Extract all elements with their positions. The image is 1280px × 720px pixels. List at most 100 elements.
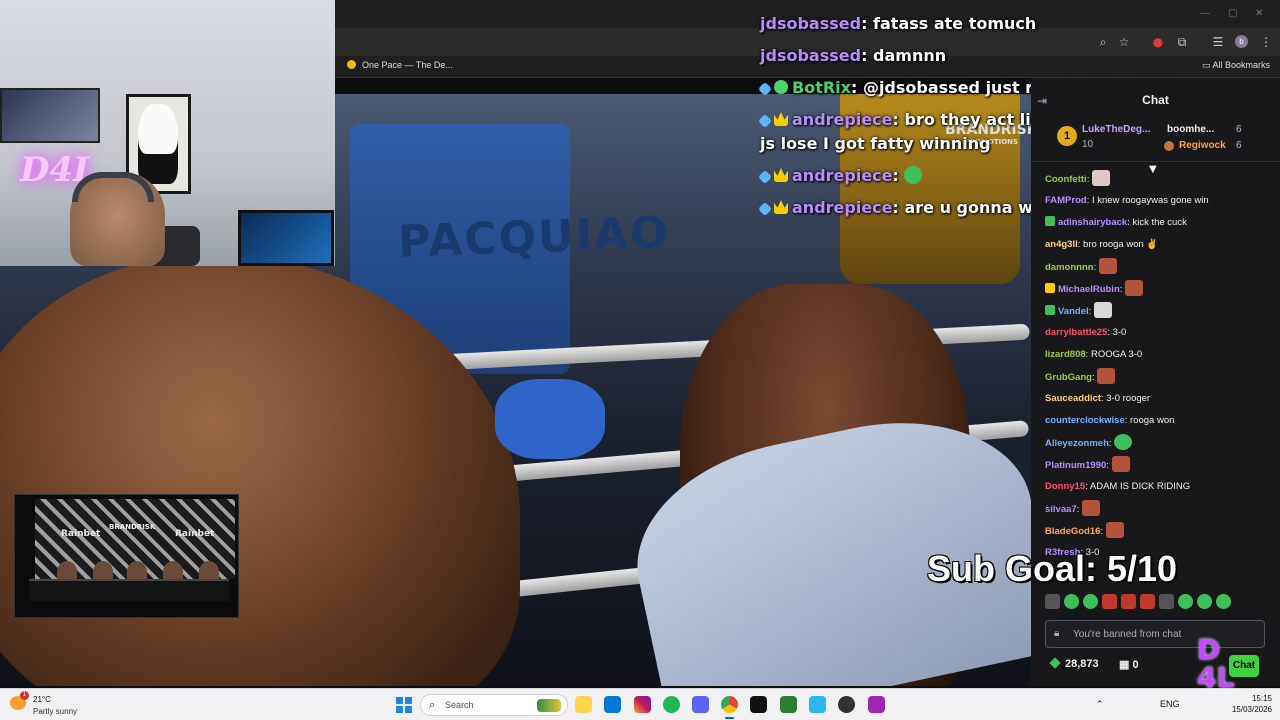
- channel-points[interactable]: 28,873: [1049, 657, 1099, 670]
- emote-icon[interactable]: [1045, 594, 1060, 609]
- emote-icon[interactable]: [1083, 594, 1098, 609]
- discord-icon[interactable]: [692, 696, 709, 713]
- chat-text: I knew roogaywas gone win: [1091, 195, 1209, 206]
- monitor: [238, 210, 334, 266]
- emote-icon: [1125, 280, 1144, 296]
- chat-username[interactable]: silvaa7: [1045, 504, 1077, 515]
- temperature: 21°C: [33, 695, 51, 704]
- screen: PACQUIAO BRANDRISK PROMOTIONS — ▢ ✕ ⌕ ☆ ●…: [0, 0, 1280, 720]
- chat-input[interactable]: 🔒︎ You're banned from chat: [1045, 620, 1265, 648]
- emote-icon[interactable]: [1121, 594, 1136, 609]
- chat-message: Platinum1990:: [1045, 456, 1277, 478]
- boxing-glove: [495, 379, 605, 459]
- chat-header: ⇥ Chat: [1031, 82, 1280, 118]
- app-icon[interactable]: [868, 696, 885, 713]
- chat-panel: ⇥ Chat 1 LukeTheDeg... 10 boomhe... 6 Re…: [1031, 78, 1280, 686]
- chat-username[interactable]: GrubGang: [1045, 372, 1092, 383]
- leader-value: 10: [1082, 139, 1094, 150]
- chat-input-placeholder: You're banned from chat: [1073, 629, 1182, 640]
- chat-username[interactable]: lizard808: [1045, 349, 1086, 360]
- telegram-icon[interactable]: [809, 696, 826, 713]
- chat-username[interactable]: darrylbattle25: [1045, 327, 1107, 338]
- emote-icon[interactable]: [1159, 594, 1174, 609]
- banner-text: PACQUIAO: [397, 207, 671, 268]
- chat-username[interactable]: adinshairyback: [1058, 217, 1127, 228]
- verified-badge-icon: [774, 80, 788, 94]
- chat-text: 3-0: [1112, 327, 1127, 338]
- search-highlight-icon: [537, 699, 561, 712]
- emote-icon[interactable]: [1064, 594, 1079, 609]
- app-icon[interactable]: [750, 696, 767, 713]
- chat-message: GrubGang:: [1045, 368, 1277, 390]
- chat-message: Alleyezonmeh:: [1045, 434, 1277, 456]
- chat-username[interactable]: MichaelRubin: [1058, 284, 1120, 295]
- leader-name: boomhe...: [1167, 124, 1215, 135]
- store-icon[interactable]: [604, 696, 621, 713]
- chat-message: darrylbattle25: 3-0: [1045, 327, 1127, 338]
- chat-message: BladeGod16:: [1045, 522, 1277, 544]
- chat-username[interactable]: Vandel: [1058, 306, 1089, 317]
- emote-icon[interactable]: [1197, 594, 1212, 609]
- pip-camera: Rainbet Rainbet BRANDRISK: [14, 494, 239, 618]
- leader-name: Regiwock: [1179, 140, 1226, 151]
- chat-message: damonnnn:: [1045, 258, 1277, 280]
- sword-badge-icon: [757, 169, 773, 185]
- sword-badge-icon: [757, 113, 773, 129]
- taskbar-search[interactable]: ⌕ Search: [420, 694, 568, 716]
- chat-username[interactable]: Alleyezonmeh: [1045, 438, 1109, 449]
- chat-username[interactable]: an4g3ll: [1045, 239, 1078, 250]
- instagram-icon[interactable]: [634, 696, 651, 713]
- chat-message: FAMProd: I knew roogaywas gone win: [1045, 195, 1209, 206]
- chat-username[interactable]: counterclockwise: [1045, 415, 1125, 426]
- taskbar: 1 21°C Partly sunny ⌕ Search ⌃ ENG 15:15…: [0, 688, 1280, 720]
- clock[interactable]: 15:15 15/03/2026: [1226, 693, 1272, 715]
- gift-counter[interactable]: ▦ 0: [1119, 658, 1139, 671]
- lock-icon: 🔒︎: [1054, 628, 1060, 639]
- emote-icon: [1093, 302, 1112, 318]
- file-explorer-icon[interactable]: [575, 696, 592, 713]
- emote-icon[interactable]: [1178, 594, 1193, 609]
- goose-figure: [138, 104, 178, 184]
- d4l-logo: D 4L: [1197, 633, 1235, 694]
- overlay-chat-line: jdsobassed: fatass ate tomuch: [760, 14, 1037, 33]
- chat-text: ADAM IS DICK RIDING: [1089, 481, 1191, 492]
- chat-text: ROOGA 3-0: [1090, 349, 1143, 360]
- chat-message: an4g3ll: bro rooga won ✌️: [1045, 239, 1159, 250]
- emote-icon[interactable]: [1102, 594, 1117, 609]
- emote-icon[interactable]: [1216, 594, 1231, 609]
- chat-leaderboard[interactable]: 1 LukeTheDeg... 10 boomhe... 6 Regiwock …: [1031, 118, 1280, 162]
- chat-username[interactable]: Sauceaddict: [1045, 393, 1101, 404]
- chat-username[interactable]: BladeGod16: [1045, 526, 1100, 537]
- crown-badge-icon: [774, 112, 788, 126]
- collapse-chat-icon[interactable]: ⇥: [1037, 94, 1047, 108]
- emote-icon: [904, 166, 923, 184]
- emote-icon[interactable]: [1140, 594, 1155, 609]
- chat-text: bro rooga won ✌️: [1083, 239, 1159, 250]
- pip-sponsor: Rainbet: [175, 529, 215, 539]
- chat-username[interactable]: Donny15: [1045, 481, 1085, 492]
- sub-goal-overlay: Sub Goal: 5/10: [927, 548, 1178, 589]
- chat-username[interactable]: FAMProd: [1045, 195, 1087, 206]
- sword-badge-icon: [757, 81, 773, 97]
- app-icon[interactable]: [838, 696, 855, 713]
- crown-badge-icon: [774, 168, 788, 182]
- start-button[interactable]: [396, 697, 412, 713]
- chat-message: Sauceaddict: 3-0 rooger: [1045, 393, 1151, 404]
- chat-text: rooga won: [1130, 415, 1175, 426]
- chat-username[interactable]: Coonfetti: [1045, 174, 1087, 185]
- app-icon[interactable]: [780, 696, 797, 713]
- chat-username[interactable]: Platinum1990: [1045, 460, 1106, 471]
- chat-message: adinshairyback: kick the cuck: [1045, 214, 1277, 236]
- emote-icon: [1098, 258, 1117, 274]
- leader-name: LukeTheDeg...: [1082, 124, 1151, 135]
- emote-icon: [1081, 500, 1100, 516]
- chat-messages: Coonfetti: FAMProd: I knew roogaywas gon…: [1045, 170, 1277, 566]
- language-indicator[interactable]: ENG: [1160, 699, 1180, 709]
- chat-message: MichaelRubin:: [1045, 280, 1277, 302]
- bookmark-item[interactable]: One Pace — The De...: [347, 60, 453, 70]
- spotify-icon[interactable]: [663, 696, 680, 713]
- chrome-icon[interactable]: [721, 696, 738, 719]
- chat-username[interactable]: damonnnn: [1045, 262, 1094, 273]
- chat-badge-icon: [1045, 283, 1055, 293]
- tray-chevron-icon[interactable]: ⌃: [1096, 699, 1104, 710]
